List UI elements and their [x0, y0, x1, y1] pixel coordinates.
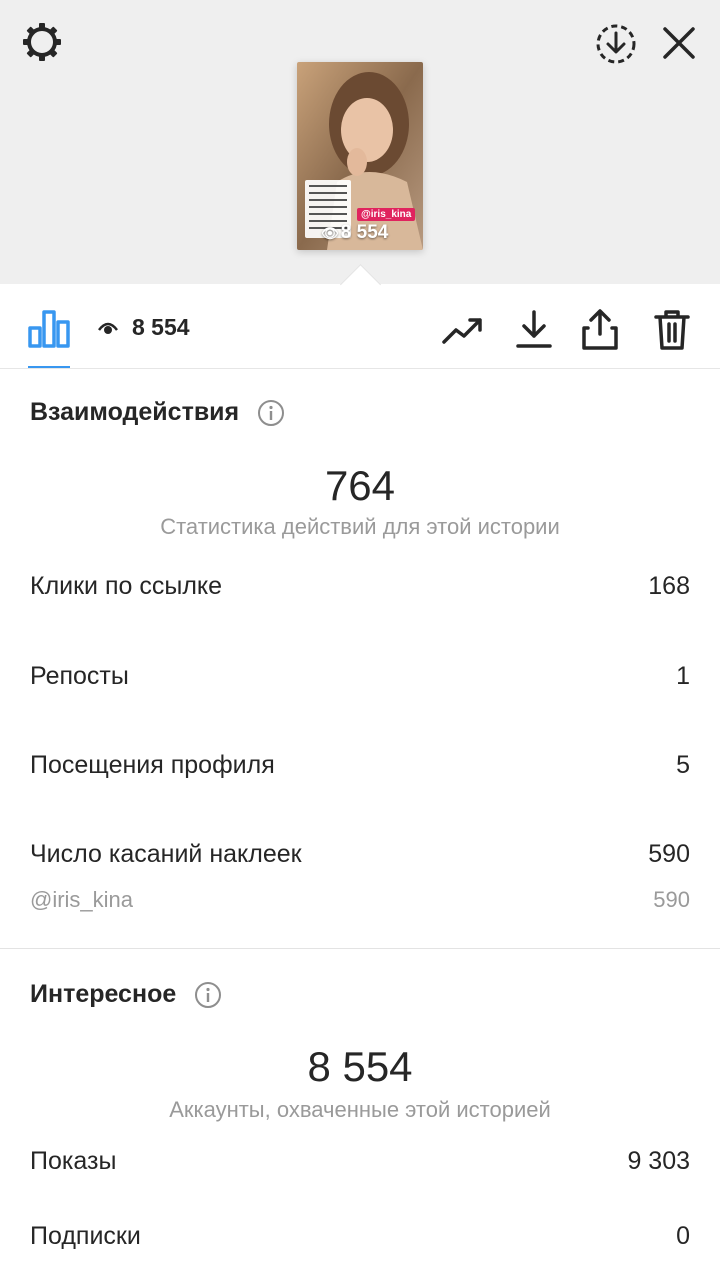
active-tab-indicator [28, 366, 70, 368]
stat-label: Показы [30, 1147, 117, 1175]
interactions-heading: Взаимодействия [30, 398, 285, 427]
stat-value: 0 [676, 1222, 690, 1250]
thumbnail-views-count: 8 554 [340, 222, 389, 243]
share-icon[interactable] [578, 308, 622, 352]
eye-icon [98, 322, 118, 334]
discovery-heading: Интересное [30, 980, 222, 1009]
mention-sticker: @iris_kina [357, 208, 416, 221]
download-circle-icon[interactable] [594, 22, 638, 66]
download-icon[interactable] [512, 308, 556, 352]
stat-value: 590 [648, 840, 690, 868]
views-summary[interactable]: 8 554 [98, 314, 190, 341]
discovery-title: Интересное [30, 980, 177, 1008]
settings-gear-icon[interactable] [20, 20, 64, 64]
trash-icon[interactable] [650, 308, 694, 352]
views-count: 8 554 [132, 314, 190, 340]
info-icon[interactable] [257, 399, 285, 427]
stat-label: Репосты [30, 662, 129, 690]
stat-label: Клики по ссылке [30, 572, 223, 600]
stat-label: Посещения профиля [30, 751, 275, 779]
discovery-caption: Аккаунты, охваченные этой историей [169, 1097, 551, 1122]
stat-row-impressions: Показы 9 303 [30, 1147, 690, 1176]
bar-chart-icon[interactable] [28, 308, 70, 348]
interactions-total: 764 [324, 462, 396, 509]
stat-value: 9 303 [627, 1147, 690, 1175]
sticker-label: @iris_kina [30, 887, 134, 912]
close-icon[interactable] [660, 24, 698, 62]
interactions-title: Взаимодействия [30, 398, 240, 426]
stat-label: Число касаний наклеек [30, 840, 302, 868]
stat-value: 168 [648, 572, 690, 600]
stat-row-profile-visits: Посещения профиля 5 [30, 751, 690, 780]
stat-value: 5 [676, 751, 690, 779]
story-toolbar: 8 554 [0, 286, 720, 369]
eye-icon: 👁 [321, 225, 339, 241]
stat-value: 1 [676, 662, 690, 690]
stat-label: Подписки [30, 1222, 141, 1250]
discovery-total: 8 554 [307, 1043, 413, 1090]
trend-icon[interactable] [440, 308, 484, 352]
stat-row-sticker-taps: Число касаний наклеек 590 [30, 840, 690, 869]
stat-row-link-clicks: Клики по ссылке 168 [30, 572, 690, 601]
stat-row-follows: Подписки 0 [30, 1222, 690, 1251]
sticker-value: 590 [653, 887, 690, 912]
story-thumbnail[interactable]: @iris_kina 👁 8 554 [297, 62, 423, 250]
sticker-subrow: @iris_kina 590 [30, 887, 690, 913]
interactions-caption: Статистика действий для этой истории [160, 514, 560, 539]
section-divider [0, 948, 720, 949]
thumbnail-views: 👁 8 554 [321, 222, 388, 244]
stat-row-reposts: Репосты 1 [30, 662, 690, 691]
info-icon[interactable] [194, 981, 222, 1009]
